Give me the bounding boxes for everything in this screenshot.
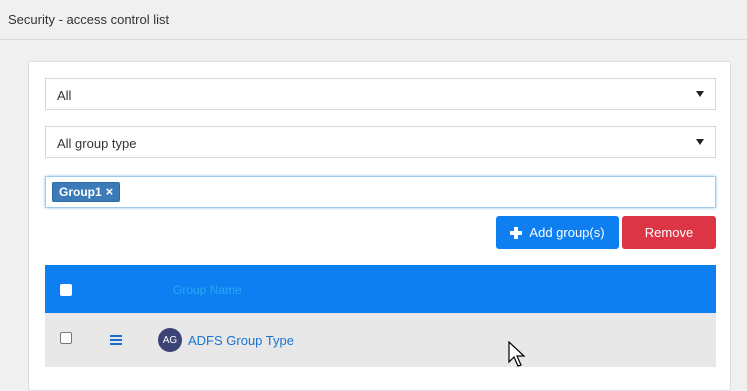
chevron-down-icon bbox=[696, 139, 704, 145]
group-tag-input[interactable]: Group1 × bbox=[45, 176, 716, 208]
menu-icon[interactable] bbox=[110, 335, 122, 345]
group-type-select[interactable]: All group type bbox=[45, 126, 716, 158]
table-header: Group Name bbox=[45, 265, 716, 313]
row-checkbox[interactable] bbox=[60, 332, 72, 344]
mouse-cursor-icon bbox=[508, 341, 526, 367]
table-row: AG ADFS Group Type bbox=[45, 313, 716, 367]
add-groups-label: Add group(s) bbox=[529, 225, 605, 240]
scope-select[interactable]: All bbox=[45, 78, 716, 110]
group-type-select-value: All group type bbox=[57, 136, 137, 151]
add-groups-button[interactable]: Add group(s) bbox=[496, 216, 619, 249]
title-bar: Security - access control list bbox=[0, 0, 747, 40]
select-all-checkbox[interactable] bbox=[60, 284, 72, 296]
chevron-down-icon bbox=[696, 91, 704, 97]
remove-label: Remove bbox=[644, 225, 694, 240]
group-name-link[interactable]: ADFS Group Type bbox=[188, 333, 294, 348]
acl-panel: All All group type Group1 × Add group(s)… bbox=[28, 61, 731, 391]
scope-select-value: All bbox=[57, 88, 72, 103]
page-title: Security - access control list bbox=[8, 12, 170, 27]
column-header-group-name[interactable]: Group Name bbox=[173, 283, 242, 297]
plus-icon bbox=[510, 226, 523, 239]
close-icon[interactable]: × bbox=[106, 183, 114, 201]
avatar: AG bbox=[158, 328, 182, 352]
remove-button[interactable]: Remove bbox=[622, 216, 716, 249]
group-tag: Group1 × bbox=[52, 182, 121, 202]
group-tag-label: Group1 bbox=[59, 185, 102, 199]
